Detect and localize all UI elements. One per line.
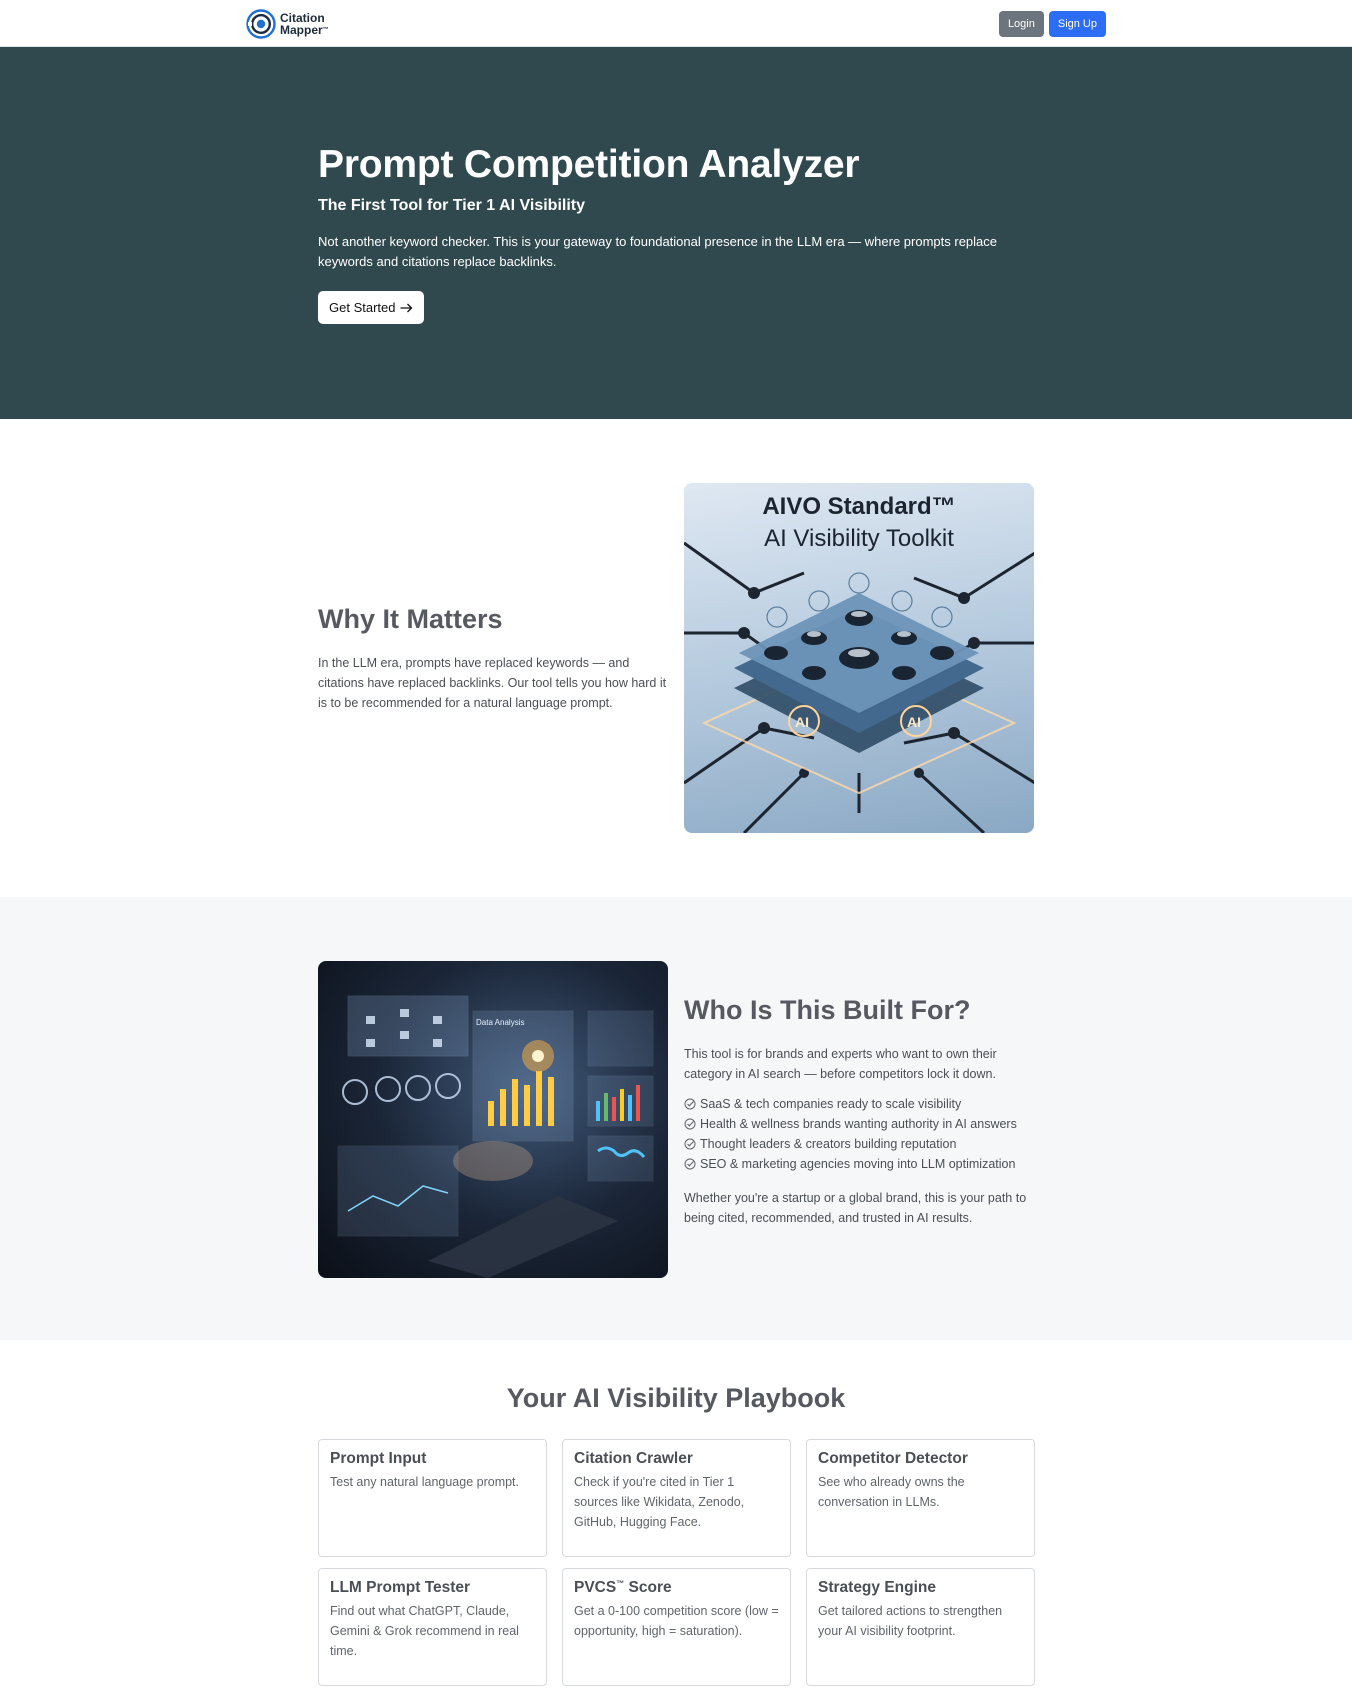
- hero-title: Prompt Competition Analyzer: [318, 143, 860, 186]
- card-title: Competitor Detector: [818, 1450, 968, 1467]
- card-title: LLM Prompt Tester: [330, 1579, 471, 1596]
- card-title: Citation Crawler: [574, 1450, 693, 1467]
- why-heading: Why It Matters: [318, 604, 503, 634]
- top-navbar: Citation Mapper™ Login Sign Up: [0, 0, 1352, 47]
- card-description: Check if you're cited in Tier 1 sources …: [574, 1475, 745, 1529]
- citation-mapper-logo[interactable]: Citation Mapper™: [246, 8, 329, 39]
- logo-line-2: Mapper: [280, 22, 323, 37]
- audience-item-label: SEO & marketing agencies moving into LLM…: [700, 1157, 1016, 1171]
- check-circle-icon: [684, 1118, 696, 1130]
- arrow-right-icon: [400, 303, 413, 312]
- audience-list: SaaS & tech companies ready to scale vis…: [684, 1094, 1034, 1174]
- audience-item-label: Thought leaders & creators building repu…: [700, 1137, 957, 1151]
- why-body: In the LLM era, prompts have replaced ke…: [318, 656, 667, 710]
- card-description: Find out what ChatGPT, Claude, Gemini & …: [330, 1604, 519, 1658]
- svg-text:AI: AI: [907, 714, 921, 730]
- playbook-section: Your AI Visibility Playbook Prompt Input…: [0, 1340, 1352, 1706]
- who-is-this-for-section: Data Analysis Who Is This Built For? Thi…: [0, 897, 1352, 1340]
- playbook-grid: Prompt Input Test any natural language p…: [318, 1439, 1035, 1686]
- login-button[interactable]: Login: [998, 10, 1044, 37]
- hero-description: Not another keyword checker. This is you…: [318, 234, 998, 269]
- who-closing: Whether you're a startup or a global bra…: [684, 1191, 1027, 1225]
- card-description: Get tailored actions to strengthen your …: [818, 1604, 1003, 1638]
- get-started-label: Get Started: [329, 300, 396, 315]
- card-description: Get a 0-100 competition score (low = opp…: [574, 1604, 779, 1639]
- image-title-line-1: AIVO Standard™: [762, 493, 956, 520]
- image-title-line-2: AI Visibility Toolkit: [764, 525, 954, 552]
- feature-card-prompt-input: Prompt Input Test any natural language p…: [318, 1439, 547, 1557]
- logo-trademark: ™: [322, 26, 329, 33]
- feature-card-llm-prompt-tester: LLM Prompt Tester Find out what ChatGPT,…: [318, 1568, 547, 1686]
- get-started-button[interactable]: Get Started: [318, 291, 425, 324]
- feature-card-strategy-engine: Strategy Engine Get tailored actions to …: [806, 1568, 1035, 1686]
- list-item: Thought leaders & creators building repu…: [684, 1134, 1034, 1154]
- aivo-toolkit-image: AI AI AIVO Standard™ AI Visibility Toolk…: [684, 483, 1034, 833]
- audience-item-label: Health & wellness brands wanting authori…: [700, 1117, 1017, 1131]
- signup-button[interactable]: Sign Up: [1048, 10, 1106, 37]
- dashboard-caption: Data Analysis: [476, 1018, 524, 1027]
- hero-section: Prompt Competition Analyzer The First To…: [0, 47, 1352, 419]
- card-title: Prompt Input: [330, 1450, 427, 1467]
- who-intro: This tool is for brands and experts who …: [684, 1047, 997, 1081]
- who-heading: Who Is This Built For?: [684, 995, 971, 1025]
- check-circle-icon: [684, 1138, 696, 1150]
- why-it-matters-section: Why It Matters In the LLM era, prompts h…: [0, 419, 1352, 897]
- list-item: Health & wellness brands wanting authori…: [684, 1114, 1034, 1134]
- card-title: PVCS: [574, 1579, 617, 1597]
- feature-card-competitor-detector: Competitor Detector See who already owns…: [806, 1439, 1035, 1557]
- card-description: Test any natural language prompt.: [330, 1475, 520, 1489]
- list-item: SEO & marketing agencies moving into LLM…: [684, 1154, 1034, 1174]
- logo-target-icon: [246, 8, 276, 39]
- list-item: SaaS & tech companies ready to scale vis…: [684, 1094, 1034, 1114]
- data-analysis-image: Data Analysis: [318, 961, 668, 1278]
- feature-card-pvcs-score: PVCS™ Score Get a 0-100 competition scor…: [562, 1568, 791, 1686]
- check-circle-icon: [684, 1098, 696, 1110]
- playbook-heading: Your AI Visibility Playbook: [506, 1383, 846, 1413]
- audience-item-label: SaaS & tech companies ready to scale vis…: [700, 1097, 962, 1111]
- dashboard-illustration: Data Analysis: [337, 995, 654, 1278]
- hero-subtitle: The First Tool for Tier 1 AI Visibility: [318, 197, 586, 214]
- feature-card-citation-crawler: Citation Crawler Check if you're cited i…: [562, 1439, 791, 1557]
- card-title-suffix: Score: [624, 1579, 672, 1597]
- check-circle-icon: [684, 1158, 696, 1170]
- card-description: See who already owns the conversation in…: [818, 1475, 965, 1509]
- card-title: Strategy Engine: [818, 1579, 936, 1596]
- svg-text:AI: AI: [795, 714, 809, 730]
